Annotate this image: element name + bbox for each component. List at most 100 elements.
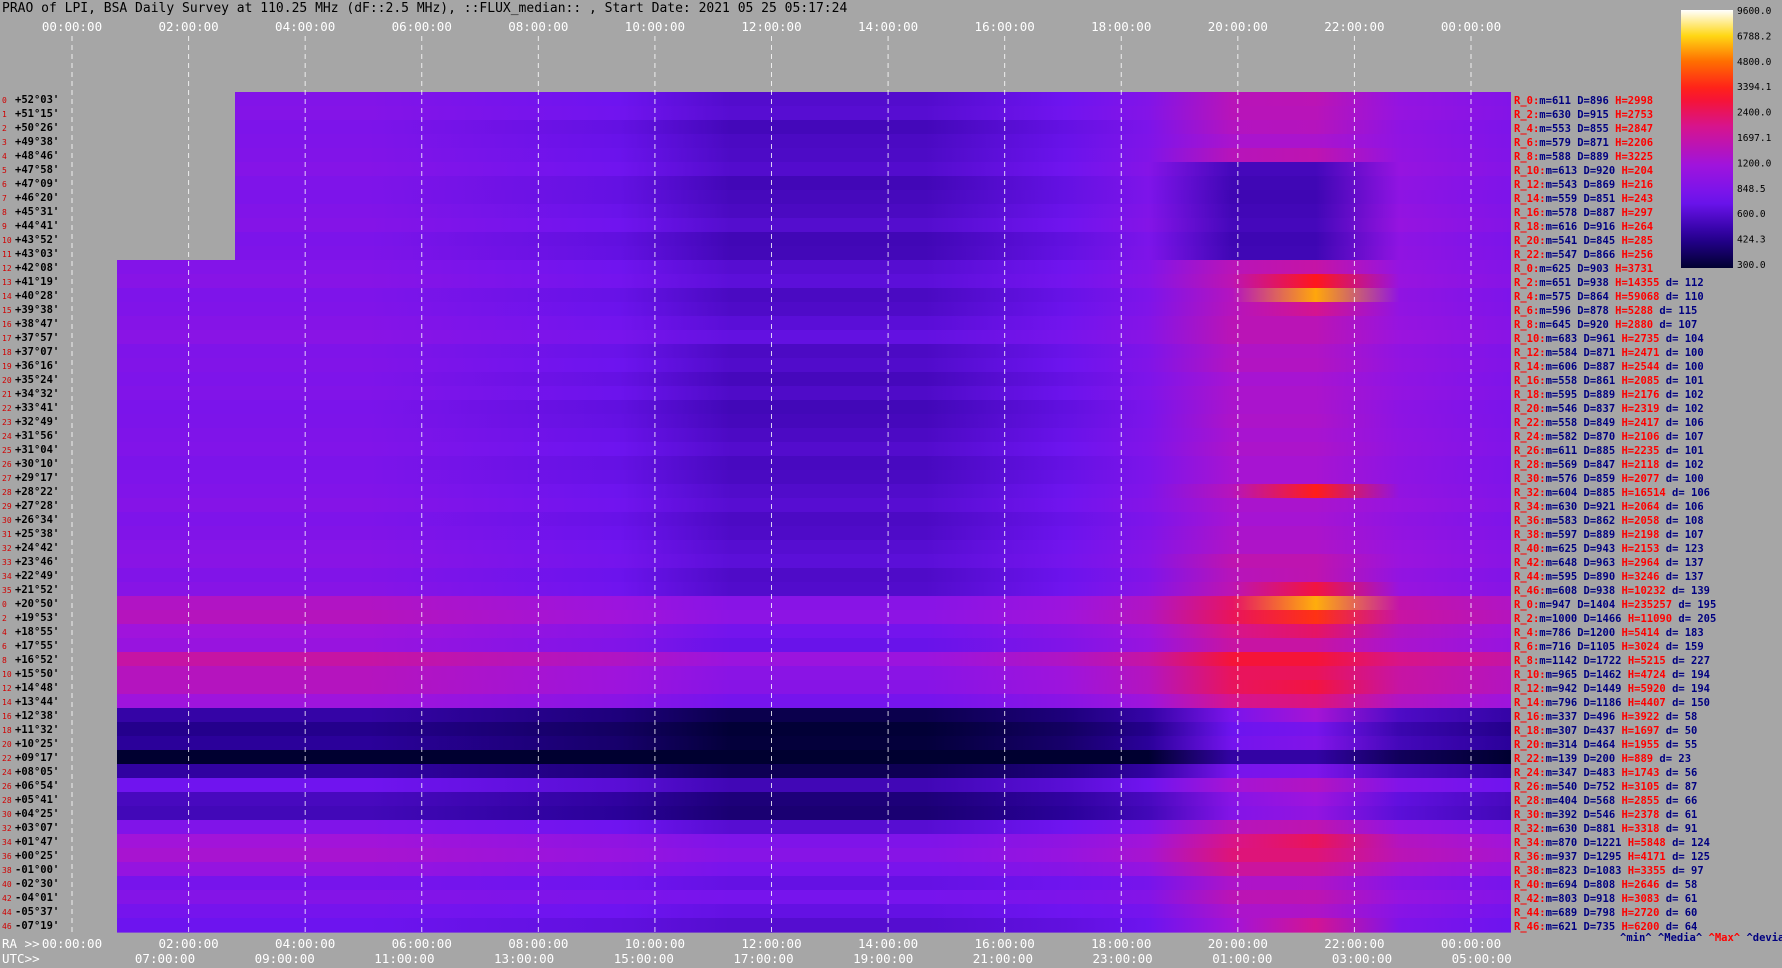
top-axis-label: 02:00:00 xyxy=(158,19,218,34)
heatmap-row xyxy=(117,358,1511,373)
row-number: 10 xyxy=(2,670,12,679)
heatmap-row xyxy=(117,554,1511,569)
declination-label: +09°17' xyxy=(15,752,59,764)
declination-label: +51°15' xyxy=(15,108,59,120)
heatmap-row xyxy=(117,876,1511,891)
declination-label: +43°03' xyxy=(15,248,59,260)
heatmap-row xyxy=(117,246,1511,261)
top-axis-label: 14:00:00 xyxy=(858,19,918,34)
top-axis-label: 16:00:00 xyxy=(975,19,1035,34)
declination-label: +19°53' xyxy=(15,612,59,624)
row-stats: R_40:m=625 D=943 H=2153 d= 123 xyxy=(1514,543,1704,555)
row-number: 33 xyxy=(2,558,12,567)
row-number: 36 xyxy=(2,852,12,861)
heatmap-row xyxy=(117,638,1511,653)
utc-axis-label: UTC>> xyxy=(2,951,40,966)
row-stats: R_10:m=613 D=920 H=204 xyxy=(1514,165,1653,177)
row-stats: R_16:m=578 D=887 H=297 xyxy=(1514,207,1653,219)
top-axis-label: 12:00:00 xyxy=(741,19,801,34)
heatmap-row xyxy=(117,484,1511,499)
heatmap-row xyxy=(117,862,1511,877)
declination-label: +28°22' xyxy=(15,486,59,498)
top-axis-label: 04:00:00 xyxy=(275,19,335,34)
row-stats: R_28:m=404 D=568 H=2855 d= 66 xyxy=(1514,795,1697,807)
colorbar-tick: 1697.1 xyxy=(1737,133,1772,144)
heatmap-row xyxy=(117,778,1511,793)
declination-label: +22°49' xyxy=(15,570,59,582)
heatmap-row xyxy=(117,302,1511,317)
row-stats: R_32:m=604 D=885 H=16514 d= 106 xyxy=(1514,487,1710,499)
heatmap-row xyxy=(117,890,1511,905)
row-number: 29 xyxy=(2,502,12,511)
heatmap-row xyxy=(117,288,1511,303)
heatmap-row xyxy=(117,694,1511,709)
declination-label: +20°50' xyxy=(15,598,59,610)
declination-label: +03°07' xyxy=(15,822,59,834)
masked-region xyxy=(117,92,153,260)
row-stats: R_0:m=947 D=1404 H=235257 d= 195 xyxy=(1514,599,1716,611)
row-stats: R_38:m=823 D=1083 H=3355 d= 97 xyxy=(1514,865,1704,877)
row-stats: R_18:m=616 D=916 H=264 xyxy=(1514,221,1653,233)
heatmap-row xyxy=(117,792,1511,807)
row-number: 0 xyxy=(2,600,7,609)
declination-label: +17°55' xyxy=(15,640,59,652)
heatmap-row xyxy=(117,92,1511,107)
row-stats: R_8:m=588 D=889 H=3225 xyxy=(1514,151,1653,163)
declination-label: +52°03' xyxy=(15,94,59,106)
declination-label: +45°31' xyxy=(15,206,59,218)
row-number: 31 xyxy=(2,530,12,539)
row-stats: R_18:m=595 D=889 H=2176 d= 102 xyxy=(1514,389,1704,401)
row-number: 14 xyxy=(2,292,12,301)
heatmap-row xyxy=(117,316,1511,331)
row-stats: R_12:m=584 D=871 H=2471 d= 100 xyxy=(1514,347,1704,359)
declination-label: +34°32' xyxy=(15,388,59,400)
heatmap-row xyxy=(117,904,1511,919)
row-stats: R_6:m=579 D=871 H=2206 xyxy=(1514,137,1653,149)
utc-axis-tick: 15:00:00 xyxy=(614,951,674,966)
row-number: 16 xyxy=(2,320,12,329)
ra-axis-tick: 08:00:00 xyxy=(508,936,568,951)
heatmap-row xyxy=(117,568,1511,583)
declination-label: +10°25' xyxy=(15,738,59,750)
heatmap-row xyxy=(117,274,1511,289)
declination-label: +12°38' xyxy=(15,710,59,722)
declination-label: +47°58' xyxy=(15,164,59,176)
row-stats: R_4:m=786 D=1200 H=5414 d= 183 xyxy=(1514,627,1704,639)
row-stats: R_10:m=965 D=1462 H=4724 d= 194 xyxy=(1514,669,1710,681)
heatmap-row xyxy=(117,722,1511,737)
row-number: 34 xyxy=(2,572,12,581)
declination-label: +00°25' xyxy=(15,850,59,862)
heatmap-row xyxy=(117,540,1511,555)
colorbar-tick: 1200.0 xyxy=(1737,158,1772,169)
declination-label: +42°08' xyxy=(15,262,59,274)
heatmap-row xyxy=(117,764,1511,779)
row-stats: R_44:m=689 D=798 H=2720 d= 60 xyxy=(1514,907,1697,919)
utc-axis-tick: 11:00:00 xyxy=(374,951,434,966)
row-stats: R_30:m=392 D=546 H=2378 d= 61 xyxy=(1514,809,1697,821)
row-stats: R_28:m=569 D=847 H=2118 d= 102 xyxy=(1514,459,1704,471)
row-stats: R_18:m=307 D=437 H=1697 d= 50 xyxy=(1514,725,1697,737)
declination-label: -01°00' xyxy=(15,864,59,876)
heatmap-row xyxy=(117,736,1511,751)
row-number: 42 xyxy=(2,894,12,903)
row-number: 15 xyxy=(2,306,12,315)
row-stats: R_14:m=796 D=1186 H=4407 d= 150 xyxy=(1514,697,1710,709)
declination-label: -07°19' xyxy=(15,920,59,932)
row-stats: R_16:m=558 D=861 H=2085 d= 101 xyxy=(1514,375,1704,387)
row-number: 46 xyxy=(2,922,12,931)
heatmap-row xyxy=(117,526,1511,541)
utc-axis-tick: 01:00:00 xyxy=(1212,951,1272,966)
row-stats: R_8:m=645 D=920 H=2880 d= 107 xyxy=(1514,319,1697,331)
row-number: 24 xyxy=(2,432,12,441)
heatmap-row xyxy=(117,162,1511,177)
heatmap-row xyxy=(117,232,1511,247)
colorbar-tick: 848.5 xyxy=(1737,184,1766,195)
heatmap-row xyxy=(117,428,1511,443)
row-stats: R_34:m=870 D=1221 H=5848 d= 124 xyxy=(1514,837,1710,849)
row-stats: R_36:m=583 D=862 H=2058 d= 108 xyxy=(1514,515,1704,527)
declination-label: +13°44' xyxy=(15,696,59,708)
row-number: 12 xyxy=(2,264,12,273)
declination-label: -04°01' xyxy=(15,892,59,904)
colorbar-tick: 3394.1 xyxy=(1737,82,1772,93)
row-number: 23 xyxy=(2,418,12,427)
